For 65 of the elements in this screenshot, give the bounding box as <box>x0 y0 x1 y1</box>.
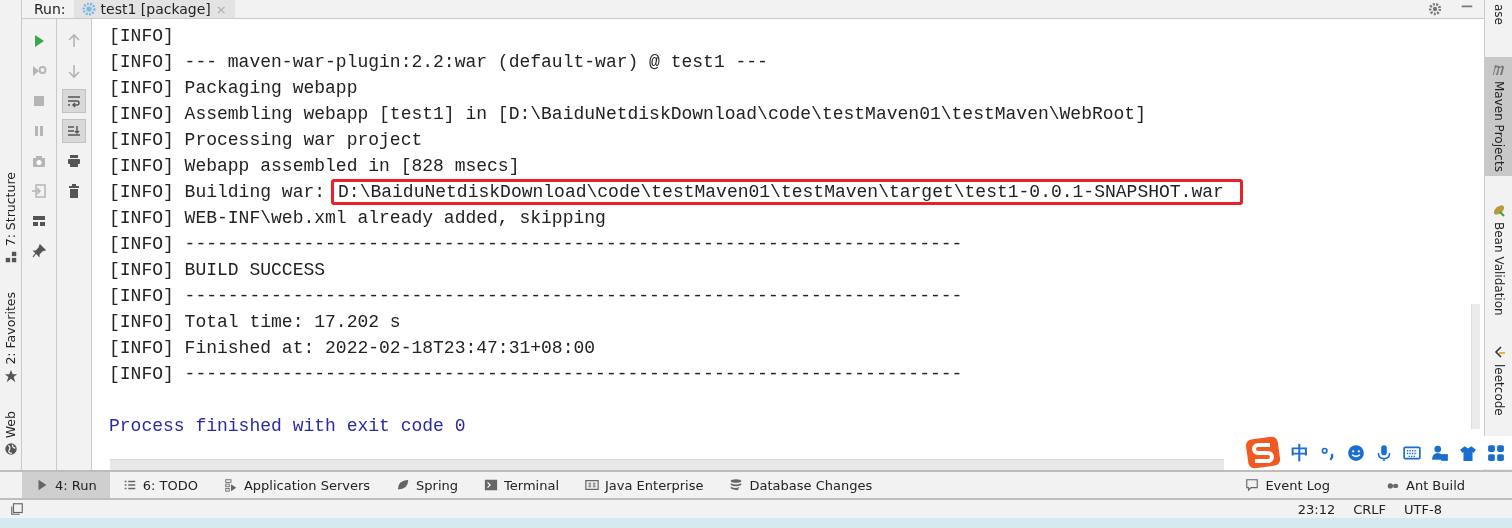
soft-wrap-icon <box>66 93 82 109</box>
console-line: [INFO] Processing war project <box>109 129 424 152</box>
user-icon[interactable] <box>1431 443 1449 462</box>
highlighted-path: D:\BaiduNetdiskDownload\code\testMaven01\testMaven\target\test1-0.0.1-SNAPSHOT.war <box>331 179 1243 205</box>
trash-icon[interactable] <box>66 183 82 199</box>
smiley-icon[interactable] <box>1347 443 1365 462</box>
tool-window-button[interactable]: Spring <box>383 472 472 498</box>
tool-window-tab[interactable]: 7: Structure <box>0 171 21 265</box>
window-toggle-icon[interactable] <box>10 502 24 516</box>
console-line: [INFO] Webapp assembled in [828 msecs] <box>109 155 521 178</box>
leaf-icon <box>396 478 411 492</box>
tool-window-button[interactable]: Java Enterprise <box>572 472 717 498</box>
status-item[interactable]: UTF-8 <box>1404 501 1442 517</box>
shirt-icon[interactable] <box>1459 443 1477 462</box>
console-line: [INFO] Total time: 17.202 s <box>109 311 402 334</box>
server-play-icon <box>223 478 238 492</box>
status-item[interactable]: 23:12 <box>1297 501 1336 517</box>
console-line: [INFO] ------------------------------------------------------------------------ <box>109 285 964 308</box>
run-tab[interactable]: test1 [package] × <box>73 0 235 18</box>
toggle-button[interactable] <box>62 89 86 113</box>
tab-title: test1 [package] <box>100 1 211 17</box>
pin-icon[interactable] <box>31 243 47 259</box>
console-line: [INFO] Packaging webapp <box>109 77 359 100</box>
input-method-logo-icon[interactable] <box>1245 436 1281 469</box>
star-icon <box>3 368 18 383</box>
tool-window-button[interactable]: Terminal <box>471 472 572 498</box>
terminal-icon <box>484 478 499 492</box>
gear-icon <box>81 2 96 16</box>
exit-message: Process finished with exit code 0 <box>109 415 467 438</box>
tool-window-button[interactable]: Database Changes <box>716 472 886 498</box>
console-line: [INFO] --- maven-war-plugin:2.2:war (default-war) @ test1 --- <box>109 51 769 74</box>
console-line: [INFO] Finished at: 2022-02-18T23:47:31+08:00 <box>109 337 597 360</box>
console-line: [INFO] Assembling webapp [test1] in [D:\BaiduNetdiskDownload\code\testMaven01\testMaven\WebRoot] <box>109 103 1147 126</box>
microphone-icon[interactable] <box>1375 443 1393 462</box>
toggle-button[interactable] <box>62 119 86 143</box>
tool-window-button[interactable]: 4: Run <box>22 472 110 498</box>
console-line: [INFO] <box>109 25 175 48</box>
console-line: [INFO] WEB-INF\web.xml already added, skipping <box>109 207 607 230</box>
console-line: [INFO] BUILD SUCCESS <box>109 259 327 282</box>
settings-icon[interactable] <box>1428 2 1442 16</box>
input-mode-toggle[interactable]: 中 <box>1291 440 1309 465</box>
tool-window-tab[interactable]: Bean Validation <box>1485 197 1512 320</box>
scroll-to-end-icon <box>66 123 82 139</box>
speech-bubble-icon <box>1245 478 1260 492</box>
list-icon <box>122 478 137 492</box>
tool-window-tab[interactable]: Web <box>0 410 21 456</box>
tool-window-button[interactable]: Event Log <box>1232 472 1343 498</box>
globe-icon <box>3 442 18 456</box>
tool-window-tab[interactable]: 2: Favorites <box>0 292 21 383</box>
tool-window-button[interactable]: 6: TODO <box>109 472 211 498</box>
tool-window-tab[interactable]: ase <box>1485 0 1512 29</box>
layout-icon[interactable] <box>31 213 47 229</box>
database-icon <box>729 478 744 492</box>
console-text: [INFO] Building war: <box>109 182 326 202</box>
status-item[interactable]: CRLF <box>1353 501 1387 517</box>
tool-window-tab[interactable]: leetcode <box>1485 339 1512 420</box>
console-line: [INFO] ------------------------------------------------------------------------ <box>109 233 964 256</box>
tool-window-button[interactable]: Application Servers <box>210 472 384 498</box>
printer-icon[interactable] <box>66 153 82 169</box>
console-line: [INFO] ------------------------------------------------------------------------ <box>109 363 964 386</box>
structure-icon <box>3 250 18 265</box>
run-label: Run: <box>33 1 67 17</box>
grid-icon[interactable] <box>1487 443 1505 462</box>
tool-window-button[interactable]: Ant Build <box>1373 472 1478 498</box>
tool-window-tab[interactable]: Maven Projects <box>1485 57 1512 176</box>
